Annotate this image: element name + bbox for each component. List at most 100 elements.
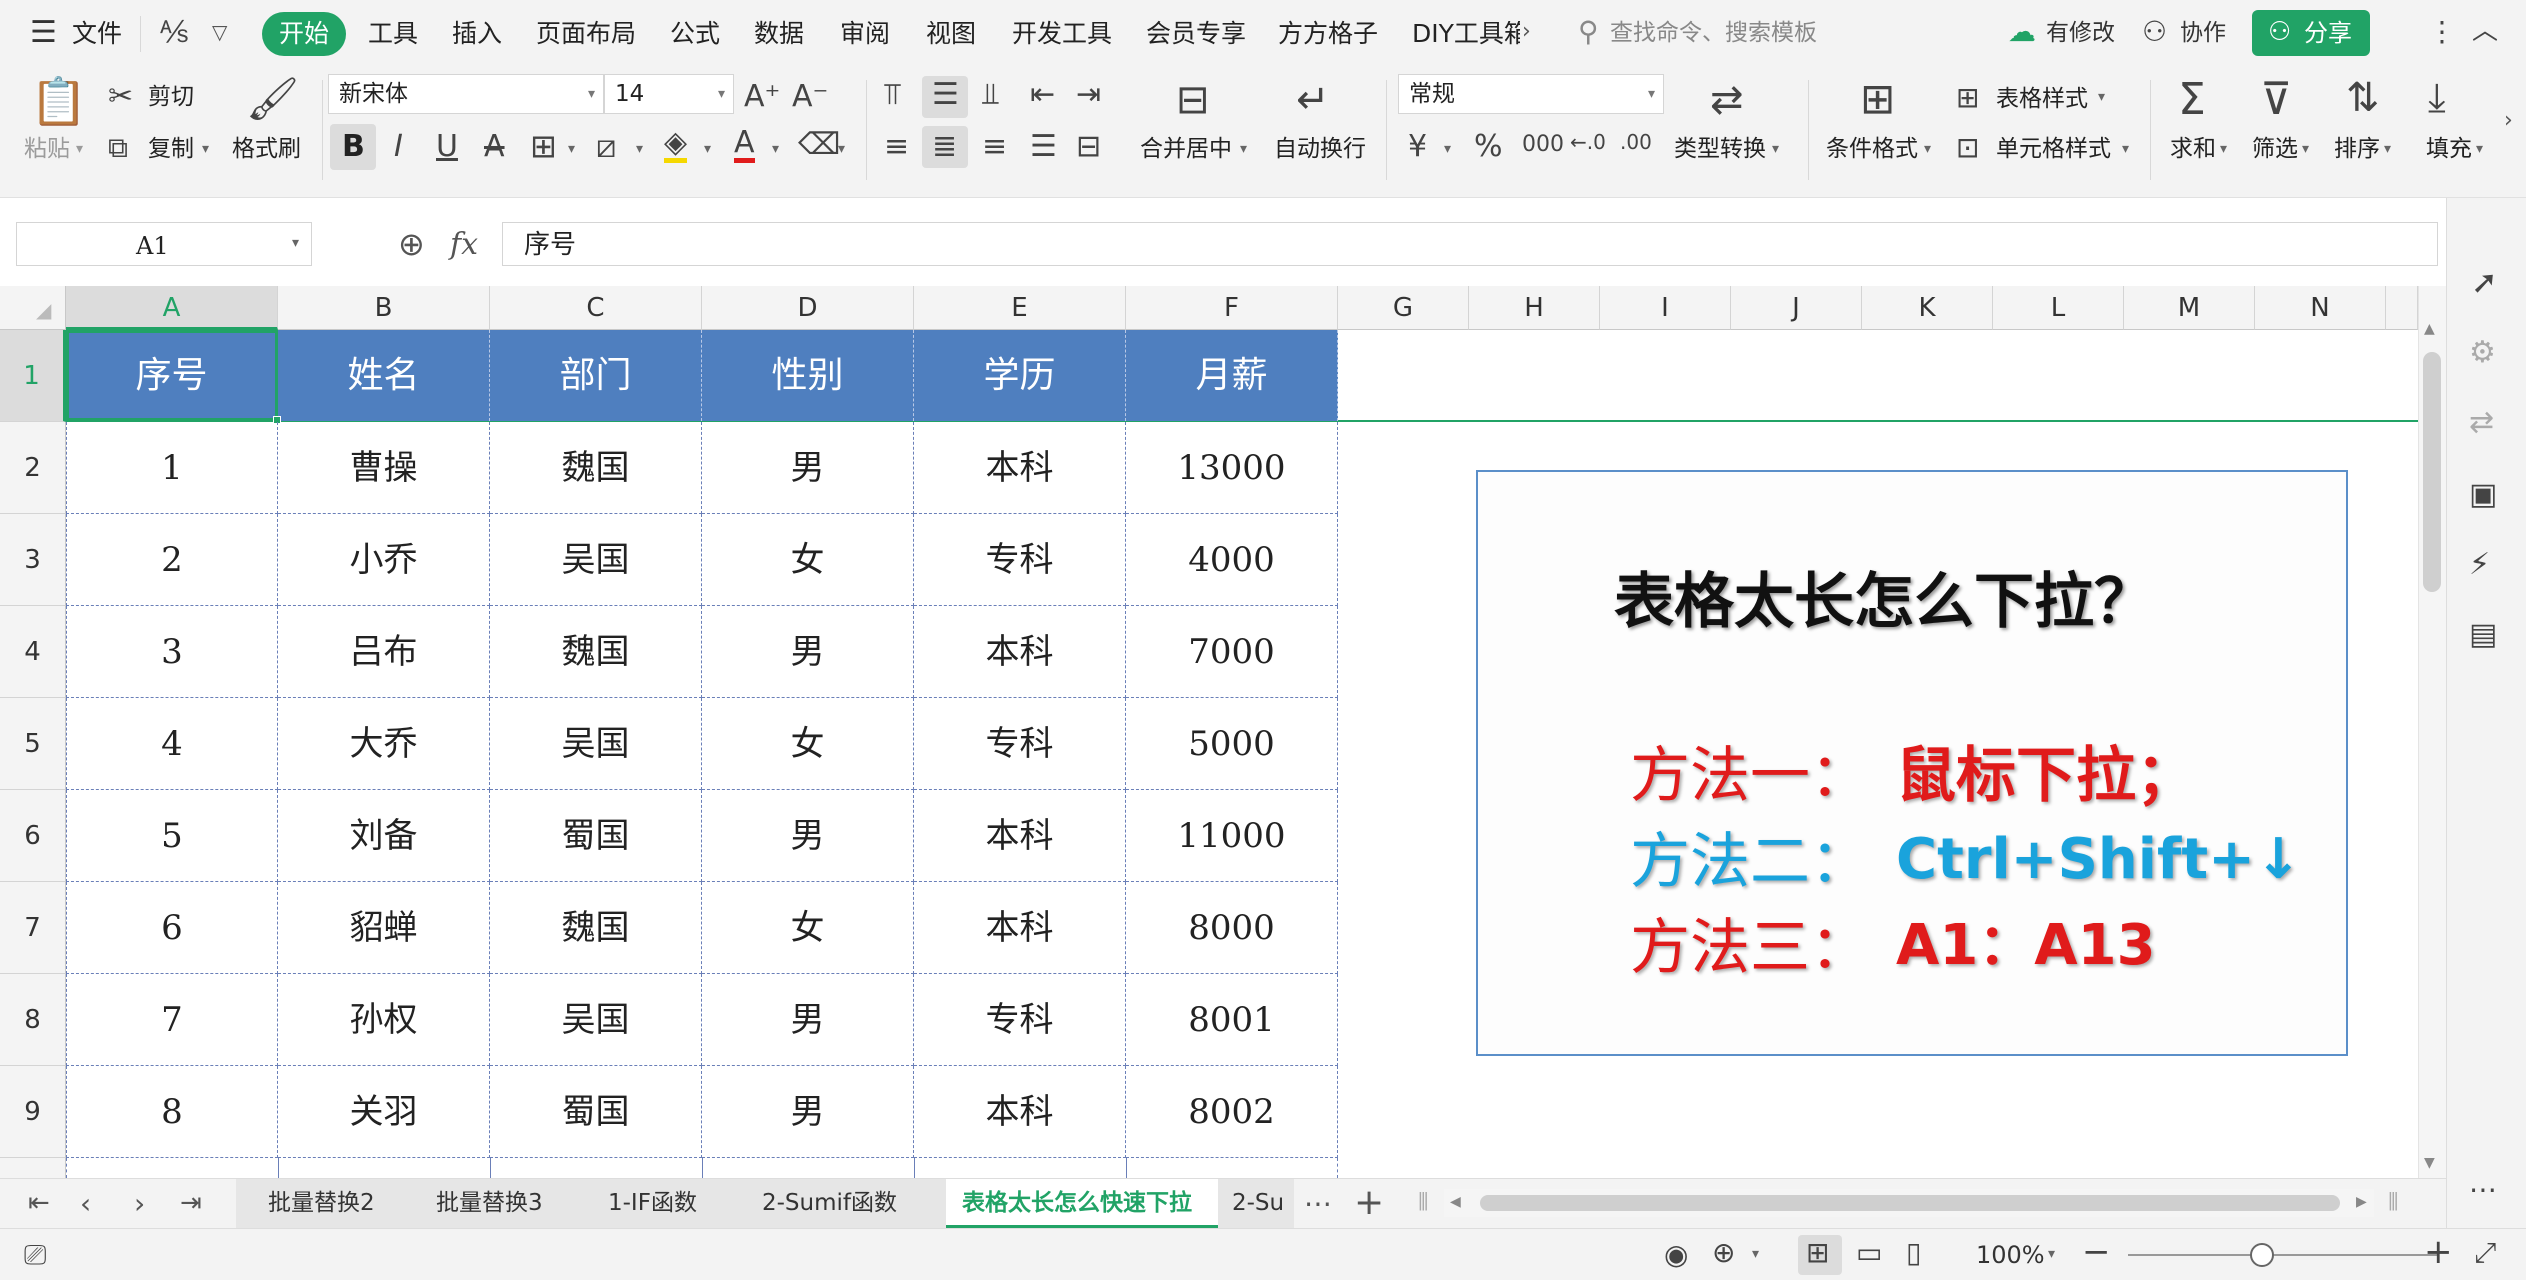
ribbon-scroll-right-icon[interactable]: › <box>2504 110 2513 132</box>
wrap-text-icon[interactable]: ↵ <box>1296 80 1330 120</box>
sort-icon[interactable]: ⇅ <box>2346 78 2380 118</box>
table-cell[interactable]: 魏国 <box>490 606 702 698</box>
table-cell[interactable]: 专科 <box>914 974 1126 1066</box>
table-cell[interactable]: 4000 <box>1126 514 1338 606</box>
prev-sheet-icon[interactable]: ‹ <box>80 1190 91 1218</box>
table-cell[interactable]: 8000 <box>1126 882 1338 974</box>
select-pointer-icon[interactable]: ➚ <box>2471 266 2498 298</box>
zoom-slider-track[interactable] <box>2128 1254 2438 1256</box>
scroll-left-icon[interactable]: ◀ <box>1450 1195 1461 1209</box>
table-cell[interactable]: 关羽 <box>278 1066 490 1158</box>
tab-tools[interactable]: 工具 <box>368 21 418 46</box>
collapse-ribbon-icon[interactable]: ︿ <box>2472 18 2498 44</box>
zoom-in-icon[interactable]: + <box>2424 1235 2453 1269</box>
zoom-formula-icon[interactable]: ⊕ <box>398 228 425 260</box>
zoom-slider-thumb[interactable] <box>2250 1243 2274 1267</box>
first-sheet-icon[interactable]: ⇤ <box>28 1190 50 1216</box>
copy-button[interactable]: 复制 <box>148 138 194 161</box>
table-style-icon[interactable]: ⊞ <box>1956 84 1979 112</box>
sort-button[interactable]: 排序 <box>2334 138 2380 161</box>
table-cell[interactable]: 男 <box>702 606 914 698</box>
col-header-h[interactable]: H <box>1469 286 1600 330</box>
fill-dropdown-icon[interactable]: ▾ <box>2476 142 2483 156</box>
percent-icon[interactable]: % <box>1474 132 1503 162</box>
col-header-g[interactable]: G <box>1338 286 1469 330</box>
table-style-dropdown-icon[interactable]: ▾ <box>2098 90 2105 104</box>
table-cell[interactable]: 7 <box>66 974 278 1066</box>
table-cell[interactable]: 女 <box>702 698 914 790</box>
sum-button[interactable]: 求和 <box>2170 138 2216 161</box>
sum-icon[interactable]: Σ <box>2178 78 2206 122</box>
fill-color-icon[interactable]: ◈ <box>664 128 688 163</box>
header-cell[interactable]: 月薪 <box>1126 330 1338 421</box>
table-cell[interactable]: 男 <box>702 1066 914 1158</box>
last-sheet-icon[interactable]: ⇥ <box>180 1190 202 1216</box>
tab-view[interactable]: 视图 <box>926 21 976 46</box>
table-cell[interactable]: 女 <box>702 514 914 606</box>
table-cell[interactable]: 魏国 <box>490 882 702 974</box>
align-bottom-icon[interactable]: ⫫ <box>982 80 999 110</box>
add-sheet-icon[interactable]: + <box>1354 1185 1384 1221</box>
table-cell[interactable]: 大乔 <box>278 698 490 790</box>
clear-format-dropdown-icon[interactable]: ▾ <box>838 142 845 156</box>
currency-dropdown-icon[interactable]: ▾ <box>1444 142 1451 156</box>
row-header-3[interactable]: 3 <box>0 514 66 606</box>
table-cell[interactable]: 本科 <box>914 422 1126 514</box>
table-cell[interactable]: 专科 <box>914 514 1126 606</box>
col-header-e[interactable]: E <box>914 286 1126 330</box>
filter-icon[interactable]: ⊽ <box>2260 78 2292 122</box>
paste-dropdown-icon[interactable]: ▾ <box>76 142 83 156</box>
paste-button[interactable]: 粘贴 <box>24 138 70 161</box>
tab-data[interactable]: 数据 <box>754 21 804 46</box>
search-icon[interactable]: ⚲ <box>1578 18 1599 46</box>
type-convert-dropdown-icon[interactable]: ▾ <box>1772 142 1779 156</box>
sheet-tab[interactable]: 2-Su <box>1232 1192 1284 1215</box>
scroll-right-icon[interactable]: ▶ <box>2356 1195 2367 1209</box>
modified-status[interactable]: 有修改 <box>2046 22 2115 45</box>
table-cell[interactable]: 女 <box>702 882 914 974</box>
horizontal-scroll-thumb[interactable] <box>1480 1195 2340 1211</box>
merge-dropdown-icon[interactable]: ▾ <box>1240 142 1247 156</box>
table-cell[interactable]: 小乔 <box>278 514 490 606</box>
col-header-l[interactable]: L <box>1993 286 2124 330</box>
cell-fill-style-icon[interactable]: ⧄ <box>596 130 616 162</box>
table-cell[interactable]: 4 <box>66 698 278 790</box>
align-right-icon[interactable]: ≡ <box>982 132 1007 162</box>
header-cell[interactable]: 序号 <box>66 330 278 421</box>
table-cell[interactable]: 貂蝉 <box>278 882 490 974</box>
header-cell[interactable]: 姓名 <box>278 330 490 421</box>
cell-style-button[interactable]: 单元格样式 <box>1996 138 2111 161</box>
format-painter-button[interactable]: 格式刷 <box>232 138 301 161</box>
currency-icon[interactable]: ¥ <box>1408 132 1427 162</box>
type-convert-icon[interactable]: ⇄ <box>1710 80 1744 120</box>
collab-icon[interactable]: ⚇ <box>2142 18 2167 46</box>
cloud-sync-icon[interactable]: ☁ <box>2008 18 2036 46</box>
adjust-icon[interactable]: ⚙ <box>2469 338 2496 368</box>
row-header-6[interactable]: 6 <box>0 790 66 882</box>
wrap-text-button[interactable]: 自动换行 <box>1274 138 1366 161</box>
filter-button[interactable]: 筛选 <box>2252 138 2298 161</box>
lightning-icon[interactable]: ⚡ <box>2469 550 2490 580</box>
sheet-tab[interactable]: 批量替换2 <box>268 1192 375 1215</box>
table-cell[interactable]: 本科 <box>914 1066 1126 1158</box>
lang-dropdown-icon[interactable]: ▾ <box>1752 1247 1759 1261</box>
table-cell[interactable]: 男 <box>702 422 914 514</box>
row-header-7[interactable]: 7 <box>0 882 66 974</box>
paste-icon[interactable]: 📋 <box>30 78 87 124</box>
row-header-10[interactable] <box>0 1158 66 1178</box>
name-box-dropdown-icon[interactable]: ▾ <box>292 236 299 250</box>
sum-dropdown-icon[interactable]: ▾ <box>2220 142 2227 156</box>
table-cell[interactable]: 8001 <box>1126 974 1338 1066</box>
table-cell[interactable]: 魏国 <box>490 422 702 514</box>
formula-input[interactable] <box>502 222 2438 266</box>
increase-indent-icon[interactable]: ⇥ <box>1076 80 1101 110</box>
more-panel-icon[interactable]: ⋯ <box>2469 1176 2497 1204</box>
font-color-icon[interactable]: A <box>734 128 755 163</box>
conditional-format-button[interactable]: 条件格式 <box>1826 138 1918 161</box>
page-break-view-icon[interactable]: ▯ <box>1906 1239 1921 1267</box>
justify-icon[interactable]: ☰ <box>1030 132 1057 162</box>
page-layout-view-icon[interactable]: ▭ <box>1856 1239 1882 1267</box>
header-cell[interactable]: 性别 <box>702 330 914 421</box>
table-cell[interactable]: 1 <box>66 422 278 514</box>
table-cell[interactable]: 3 <box>66 606 278 698</box>
